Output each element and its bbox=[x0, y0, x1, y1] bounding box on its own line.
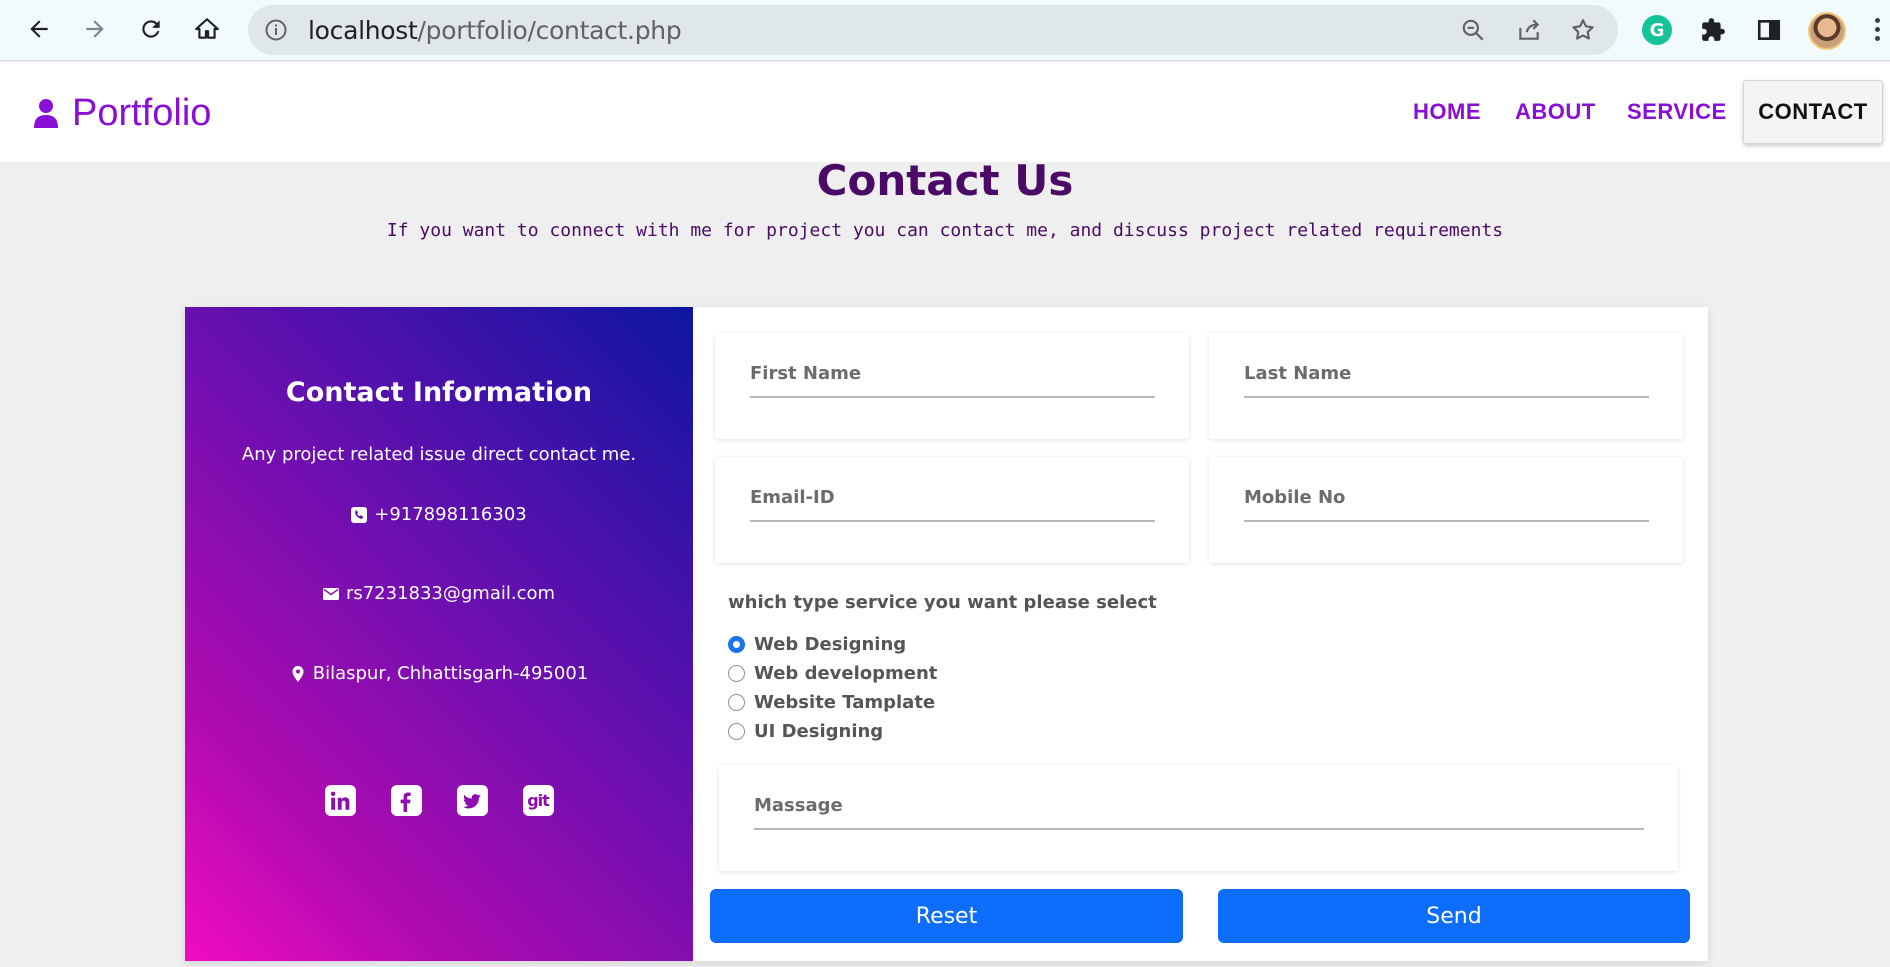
page-subtitle: If you want to connect with me for proje… bbox=[386, 220, 1504, 241]
first-name-input[interactable] bbox=[750, 363, 1155, 398]
phone-line: +917898116303 bbox=[185, 504, 693, 525]
url-text: localhost/portfolio/contact.php bbox=[308, 16, 682, 45]
envelope-icon bbox=[322, 587, 339, 600]
email-address[interactable]: rs7231833@gmail.com bbox=[346, 583, 555, 604]
service-option-website-template[interactable]: Website Tamplate bbox=[728, 692, 935, 713]
back-button[interactable] bbox=[19, 9, 59, 49]
radio-web-development[interactable] bbox=[728, 665, 745, 682]
phone-number[interactable]: +917898116303 bbox=[374, 504, 527, 525]
url-path: /portfolio/contact.php bbox=[417, 16, 682, 45]
twitter-icon[interactable] bbox=[456, 785, 488, 816]
grammarly-extension[interactable]: G bbox=[1641, 14, 1673, 46]
bookmark-star-icon[interactable] bbox=[1570, 17, 1596, 43]
zoom-icon[interactable] bbox=[1460, 17, 1486, 43]
brand-name: Portfolio bbox=[72, 92, 212, 134]
git-icon[interactable]: git bbox=[522, 785, 554, 816]
service-option-label: Web Designing bbox=[754, 634, 907, 655]
radio-website-template[interactable] bbox=[728, 694, 745, 711]
url-host: localhost bbox=[308, 16, 418, 45]
arrow-left-icon bbox=[30, 20, 48, 38]
facebook-icon[interactable] bbox=[390, 785, 422, 816]
social-links: git bbox=[185, 785, 693, 816]
send-button[interactable]: Send bbox=[1218, 889, 1690, 943]
site-header: Portfolio HOME ABOUT SERVICE CONTACT bbox=[0, 62, 1890, 162]
contact-info-title: Contact Information bbox=[285, 377, 593, 408]
user-icon bbox=[34, 98, 58, 128]
arrow-right-icon bbox=[86, 20, 104, 38]
message-input[interactable] bbox=[754, 795, 1644, 830]
address-bar[interactable]: localhost/portfolio/contact.php bbox=[248, 5, 1618, 55]
contact-info-panel: Contact Information Any project related … bbox=[185, 307, 693, 961]
puzzle-icon bbox=[1702, 18, 1725, 41]
mobile-box bbox=[1209, 457, 1683, 563]
phone-icon bbox=[351, 506, 368, 523]
map-marker-icon bbox=[292, 665, 304, 682]
reload-icon bbox=[142, 20, 160, 38]
extensions-button[interactable] bbox=[1697, 14, 1729, 46]
share-icon[interactable] bbox=[1516, 17, 1542, 43]
radio-web-designing[interactable] bbox=[728, 636, 745, 653]
side-panel-icon bbox=[1757, 20, 1781, 40]
forward-button[interactable] bbox=[75, 9, 115, 49]
service-option-ui-designing[interactable]: UI Designing bbox=[728, 721, 883, 742]
mobile-input[interactable] bbox=[1244, 487, 1649, 522]
last-name-input[interactable] bbox=[1244, 363, 1649, 398]
nav-contact[interactable]: CONTACT bbox=[1743, 80, 1883, 144]
first-name-box bbox=[715, 333, 1189, 439]
nav-about[interactable]: ABOUT bbox=[1515, 99, 1596, 125]
browser-menu-button[interactable] bbox=[1872, 14, 1882, 48]
home-button[interactable] bbox=[187, 9, 227, 49]
contact-card: Contact Information Any project related … bbox=[185, 307, 1708, 961]
reload-button[interactable] bbox=[131, 9, 171, 49]
git-label: git bbox=[527, 791, 550, 810]
nav-home[interactable]: HOME bbox=[1413, 99, 1481, 125]
contact-info-description: Any project related issue direct contact… bbox=[241, 444, 637, 465]
radio-ui-designing[interactable] bbox=[728, 723, 745, 740]
linkedin-icon[interactable] bbox=[324, 785, 356, 816]
home-icon bbox=[195, 18, 219, 39]
service-question: which type service you want please selec… bbox=[728, 592, 1157, 613]
last-name-box bbox=[1209, 333, 1683, 439]
service-option-label: Website Tamplate bbox=[754, 692, 936, 713]
nav-service[interactable]: SERVICE bbox=[1627, 99, 1727, 125]
browser-toolbar: localhost/portfolio/contact.php G bbox=[0, 0, 1890, 61]
reset-button[interactable]: Reset bbox=[710, 889, 1183, 943]
service-option-label: Web development bbox=[754, 663, 938, 684]
email-line: rs7231833@gmail.com bbox=[185, 583, 693, 604]
page-title: Contact Us bbox=[816, 156, 1074, 205]
message-box bbox=[719, 765, 1678, 871]
address-line: Bilaspur, Chhattisgarh-495001 bbox=[185, 663, 693, 684]
email-input[interactable] bbox=[750, 487, 1155, 522]
brand-logo[interactable]: Portfolio bbox=[34, 92, 211, 135]
side-panel-button[interactable] bbox=[1753, 14, 1785, 46]
profile-avatar[interactable] bbox=[1808, 12, 1846, 50]
site-info-icon[interactable] bbox=[264, 18, 288, 42]
grammarly-icon: G bbox=[1642, 15, 1672, 45]
service-option-web-development[interactable]: Web development bbox=[728, 663, 937, 684]
service-option-web-designing[interactable]: Web Designing bbox=[728, 634, 906, 655]
address-text: Bilaspur, Chhattisgarh-495001 bbox=[312, 663, 589, 684]
email-box bbox=[715, 457, 1189, 563]
service-option-label: UI Designing bbox=[754, 721, 884, 742]
